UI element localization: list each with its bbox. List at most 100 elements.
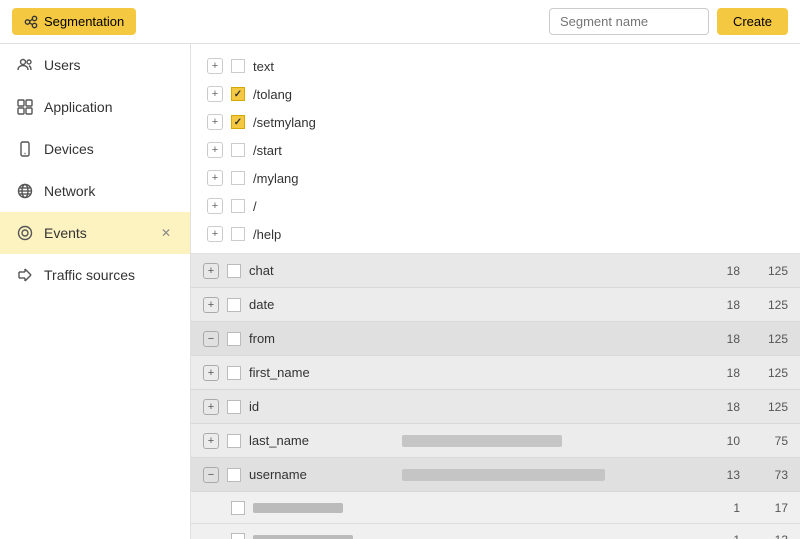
sub-label-2	[253, 535, 353, 539]
row-num2-chat: 125	[748, 264, 788, 278]
sidebar-label-devices: Devices	[44, 141, 94, 157]
filter-expand-text[interactable]: +	[207, 58, 223, 74]
row-label-from: from	[249, 331, 394, 346]
filter-label-slash: /	[253, 199, 257, 214]
table-area: + chat 18 125 + date 18 125 − from	[191, 254, 800, 539]
filter-row-text: + text	[191, 52, 800, 80]
row-checkbox-lastname[interactable]	[227, 434, 241, 448]
sidebar-label-traffic: Traffic sources	[44, 267, 135, 283]
sidebar-label-application: Application	[44, 99, 113, 115]
sidebar-item-application[interactable]: Application	[0, 86, 190, 128]
row-toggle-username[interactable]: −	[203, 467, 219, 483]
create-button[interactable]: Create	[717, 8, 788, 35]
filter-expand-setmylang[interactable]: +	[207, 114, 223, 130]
events-icon	[16, 224, 34, 242]
sub-num1-1: 1	[700, 501, 740, 515]
row-label-lastname: last_name	[249, 433, 394, 448]
filter-check-mylang[interactable]	[231, 171, 245, 185]
row-bar-wrap-lastname	[402, 435, 692, 447]
row-checkbox-from[interactable]	[227, 332, 241, 346]
sidebar-label-users: Users	[44, 57, 81, 73]
row-checkbox-date[interactable]	[227, 298, 241, 312]
filter-row-mylang: + /mylang	[191, 164, 800, 192]
row-toggle-from[interactable]: −	[203, 331, 219, 347]
filter-row-slash: + /	[191, 192, 800, 220]
sidebar-item-events[interactable]: Events ✕	[0, 212, 190, 254]
sub-checkbox-1[interactable]	[231, 501, 245, 515]
table-row-chat: + chat 18 125	[191, 254, 800, 288]
sub-row-2: 1 13	[191, 524, 800, 539]
sub-num2-2: 13	[748, 533, 788, 539]
row-label-chat: chat	[249, 263, 394, 278]
filter-expand-help[interactable]: +	[207, 226, 223, 242]
sub-checkbox-2[interactable]	[231, 533, 245, 539]
filter-panel: + text + /tolang + /setmylang + /start +	[191, 44, 800, 254]
sidebar-item-users[interactable]: Users	[0, 44, 190, 86]
filter-expand-slash[interactable]: +	[207, 198, 223, 214]
filter-expand-tolang[interactable]: +	[207, 86, 223, 102]
filter-row-start: + /start	[191, 136, 800, 164]
table-row-lastname: + last_name 10 75	[191, 424, 800, 458]
row-label-username: username	[249, 467, 394, 482]
filter-check-start[interactable]	[231, 143, 245, 157]
table-row-firstname: + first_name 18 125	[191, 356, 800, 390]
sub-row-1: 1 17	[191, 492, 800, 524]
row-num1-username: 13	[700, 468, 740, 482]
segmentation-button[interactable]: Segmentation	[12, 8, 136, 35]
row-num1-chat: 18	[700, 264, 740, 278]
users-icon	[16, 56, 34, 74]
segment-name-input[interactable]	[549, 8, 709, 35]
sidebar-item-traffic[interactable]: Traffic sources	[0, 254, 190, 296]
layout: Users Application Devices	[0, 44, 800, 539]
row-num1-date: 18	[700, 298, 740, 312]
row-label-date: date	[249, 297, 394, 312]
row-toggle-date[interactable]: +	[203, 297, 219, 313]
sidebar-label-network: Network	[44, 183, 95, 199]
sub-num2-1: 17	[748, 501, 788, 515]
row-num2-id: 125	[748, 400, 788, 414]
table-row-from: − from 18 125	[191, 322, 800, 356]
main-content: + text + /tolang + /setmylang + /start +	[191, 44, 800, 539]
table-row-username: − username 13 73	[191, 458, 800, 492]
row-checkbox-chat[interactable]	[227, 264, 241, 278]
device-icon	[16, 140, 34, 158]
sidebar-item-devices[interactable]: Devices	[0, 128, 190, 170]
row-checkbox-firstname[interactable]	[227, 366, 241, 380]
row-toggle-lastname[interactable]: +	[203, 433, 219, 449]
filter-check-tolang[interactable]	[231, 87, 245, 101]
filter-check-text[interactable]	[231, 59, 245, 73]
table-row-id: + id 18 125	[191, 390, 800, 424]
row-bar-wrap-username	[402, 469, 692, 481]
sidebar-item-network[interactable]: Network	[0, 170, 190, 212]
row-num1-lastname: 10	[700, 434, 740, 448]
row-num2-from: 125	[748, 332, 788, 346]
filter-expand-start[interactable]: +	[207, 142, 223, 158]
row-num2-firstname: 125	[748, 366, 788, 380]
row-checkbox-id[interactable]	[227, 400, 241, 414]
row-toggle-firstname[interactable]: +	[203, 365, 219, 381]
row-num2-date: 125	[748, 298, 788, 312]
sidebar-label-events: Events	[44, 225, 87, 241]
filter-check-slash[interactable]	[231, 199, 245, 213]
sub-num1-2: 1	[700, 533, 740, 539]
filter-label-start: /start	[253, 143, 282, 158]
row-label-firstname: first_name	[249, 365, 394, 380]
filter-label-mylang: /mylang	[253, 171, 299, 186]
row-toggle-id[interactable]: +	[203, 399, 219, 415]
filter-expand-mylang[interactable]: +	[207, 170, 223, 186]
row-toggle-chat[interactable]: +	[203, 263, 219, 279]
filter-check-help[interactable]	[231, 227, 245, 241]
table-row-date: + date 18 125	[191, 288, 800, 322]
row-num1-firstname: 18	[700, 366, 740, 380]
row-bar-username	[402, 469, 605, 481]
row-num1-id: 18	[700, 400, 740, 414]
filter-check-setmylang[interactable]	[231, 115, 245, 129]
close-icon[interactable]: ✕	[158, 225, 174, 241]
filter-row-tolang: + /tolang	[191, 80, 800, 108]
topbar-right: Create	[549, 8, 788, 35]
traffic-icon	[16, 266, 34, 284]
row-checkbox-username[interactable]	[227, 468, 241, 482]
row-num1-from: 18	[700, 332, 740, 346]
filter-label-tolang: /tolang	[253, 87, 292, 102]
topbar: Segmentation Create	[0, 0, 800, 44]
